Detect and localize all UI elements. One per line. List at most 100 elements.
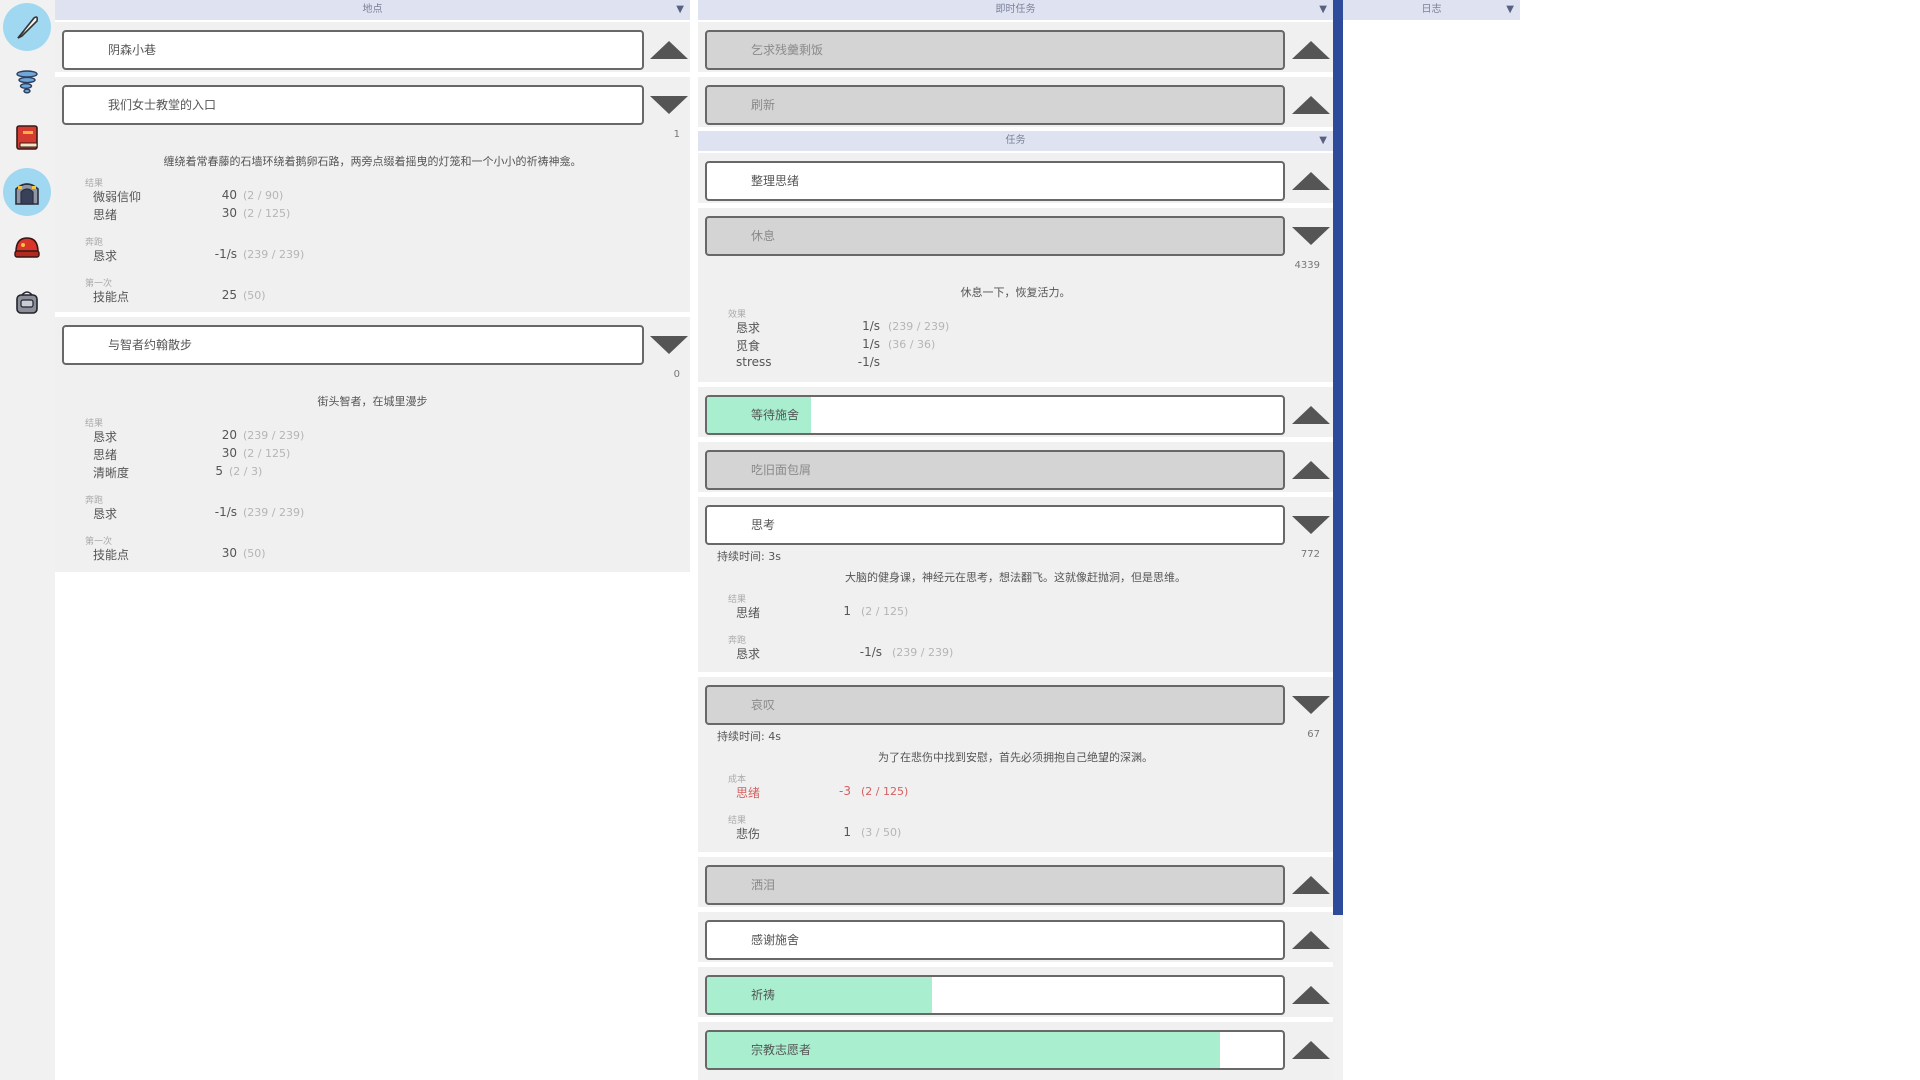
stat-max: (239 / 239) (888, 320, 950, 333)
task-label: 休息 (751, 229, 776, 243)
thank-charity-button[interactable]: 感谢施舍 (705, 920, 1285, 960)
triangle-up-icon (1292, 461, 1330, 479)
shed-tears-button[interactable]: 洒泪 (705, 865, 1285, 905)
think-button[interactable]: 思考 (705, 505, 1285, 545)
triangle-down-icon (1292, 516, 1330, 534)
task-row: 刷新 (698, 77, 1333, 127)
locations-header[interactable]: 地点 ▼ (55, 0, 690, 20)
beg-scraps-button[interactable]: 乞求残羹剩饭 (705, 30, 1285, 70)
stat-max: (2 / 125) (243, 447, 291, 460)
task-label: 思考 (751, 518, 776, 532)
eat-bread-button[interactable]: 吃旧面包屑 (705, 450, 1285, 490)
caret-down-icon[interactable]: ▼ (1319, 0, 1327, 20)
stat-value: 1/s (862, 337, 880, 351)
stat-max: (2 / 125) (861, 605, 909, 618)
wait-charity-button[interactable]: 等待施舍 (705, 395, 1285, 435)
collapse-toggle[interactable] (1291, 161, 1331, 201)
organize-thoughts-button[interactable]: 整理思绪 (705, 161, 1285, 201)
location-button-walk[interactable]: 与智者约翰散步 (62, 325, 644, 365)
stat-name: 清晰度 (93, 466, 130, 480)
stat-value: -1/s (857, 355, 880, 369)
stat-max: (239 / 239) (243, 429, 305, 442)
stat-name: 技能点 (93, 290, 130, 304)
stat-name: 恳求 (93, 249, 118, 263)
stat-name: 恳求 (93, 507, 118, 521)
stat-name: 觅食 (736, 339, 761, 353)
caret-down-icon[interactable]: ▼ (1506, 0, 1514, 20)
stat-max: (3 / 50) (861, 826, 902, 839)
location-button-church[interactable]: 我们女士教堂的入口 (62, 85, 644, 125)
task-row: 整理思绪 (698, 153, 1333, 203)
tasks-header[interactable]: 任务 ▼ (698, 131, 1333, 151)
tornado-icon[interactable] (3, 58, 51, 106)
triangle-up-icon (1292, 406, 1330, 424)
expand-toggle[interactable] (1291, 505, 1331, 545)
collapse-toggle[interactable] (1291, 85, 1331, 125)
stat-name: 悲伤 (736, 827, 761, 841)
task-row: 哀叹 持续时间: 4s 67 为了在悲伤中找到安慰，首先必须拥抱自己绝望的深渊。… (698, 677, 1333, 852)
collapse-toggle[interactable] (1291, 1030, 1331, 1070)
duration-text: 持续时间: 4s (717, 730, 781, 743)
volunteer-button[interactable]: 宗教志愿者 (705, 1030, 1285, 1070)
tasks-scrollbar[interactable] (1333, 0, 1343, 1080)
gate-icon[interactable] (3, 168, 51, 216)
instant-tasks-title: 即时任务 (995, 4, 1036, 15)
tasks-title: 任务 (1005, 135, 1026, 146)
instant-tasks-header[interactable]: 即时任务 ▼ (698, 0, 1333, 20)
red-cap-icon[interactable] (3, 223, 51, 271)
stat-value: -3 (839, 784, 851, 798)
log-panel: 日志 ▼ (1343, 0, 1520, 20)
stat-value: 40 (221, 188, 237, 202)
location-row: 我们女士教堂的入口 1 缠绕着常春藤的石墙环绕着鹅卵石路，两旁点缀着摇曳的灯笼和… (55, 77, 690, 312)
expand-toggle[interactable] (1291, 216, 1331, 256)
collapse-toggle[interactable] (1291, 395, 1331, 435)
collapse-toggle[interactable] (1291, 450, 1331, 490)
duration-text: 持续时间: 3s (717, 550, 781, 563)
stat-max: (239 / 239) (243, 248, 305, 261)
task-label: 洒泪 (751, 878, 776, 892)
completion-count: 4339 (1294, 260, 1320, 271)
knapsack-icon[interactable] (3, 278, 51, 326)
stat-max: (2 / 125) (243, 207, 291, 220)
caret-down-icon[interactable]: ▼ (1319, 131, 1327, 151)
stat-max: (36 / 36) (888, 338, 936, 351)
location-description: 缠绕着常春藤的石墙环绕着鹅卵石路，两旁点缀着摇曳的灯笼和一个小小的祈祷神龛。 (163, 155, 582, 168)
collapse-toggle[interactable] (649, 30, 689, 70)
location-description: 街头智者，在城里漫步 (317, 395, 428, 408)
refresh-button[interactable]: 刷新 (705, 85, 1285, 125)
collapse-toggle[interactable] (1291, 920, 1331, 960)
task-row: 祈祷 (698, 967, 1333, 1017)
stat-max: (2 / 3) (229, 465, 263, 478)
stat-value: 25 (221, 288, 237, 302)
caret-down-icon[interactable]: ▼ (676, 0, 684, 20)
stat-name: 思绪 (736, 606, 761, 620)
task-row: 洒泪 (698, 857, 1333, 907)
triangle-up-icon (1292, 1041, 1330, 1059)
triangle-up-icon (1292, 876, 1330, 894)
task-description: 大脑的健身课，神经元在思考，想法翻飞。这就像赶抛洞，但是思维。 (845, 571, 1186, 584)
book-icon[interactable] (3, 113, 51, 161)
stat-value: -1/s (214, 247, 237, 261)
collapse-toggle[interactable] (1291, 975, 1331, 1015)
triangle-down-icon (650, 336, 688, 354)
collapse-toggle[interactable] (1291, 30, 1331, 70)
location-button-alley[interactable]: 阴森小巷 (62, 30, 644, 70)
expand-toggle[interactable] (1291, 685, 1331, 725)
task-description: 休息一下，恢复活力。 (960, 286, 1071, 299)
expand-toggle[interactable] (649, 85, 689, 125)
task-label: 祈祷 (751, 988, 776, 1002)
triangle-down-icon (1292, 227, 1330, 245)
collapse-toggle[interactable] (1291, 865, 1331, 905)
triangle-up-icon (1292, 41, 1330, 59)
pray-button[interactable]: 祈祷 (705, 975, 1285, 1015)
log-title: 日志 (1421, 4, 1442, 15)
progress-fill (707, 977, 932, 1013)
log-header[interactable]: 日志 ▼ (1343, 0, 1520, 20)
quill-icon[interactable] (3, 3, 51, 51)
task-label: 等待施舍 (751, 408, 800, 422)
expand-toggle[interactable] (649, 325, 689, 365)
lament-button[interactable]: 哀叹 (705, 685, 1285, 725)
scrollbar-thumb[interactable] (1333, 0, 1343, 915)
stat-max: (239 / 239) (892, 646, 954, 659)
rest-button[interactable]: 休息 (705, 216, 1285, 256)
